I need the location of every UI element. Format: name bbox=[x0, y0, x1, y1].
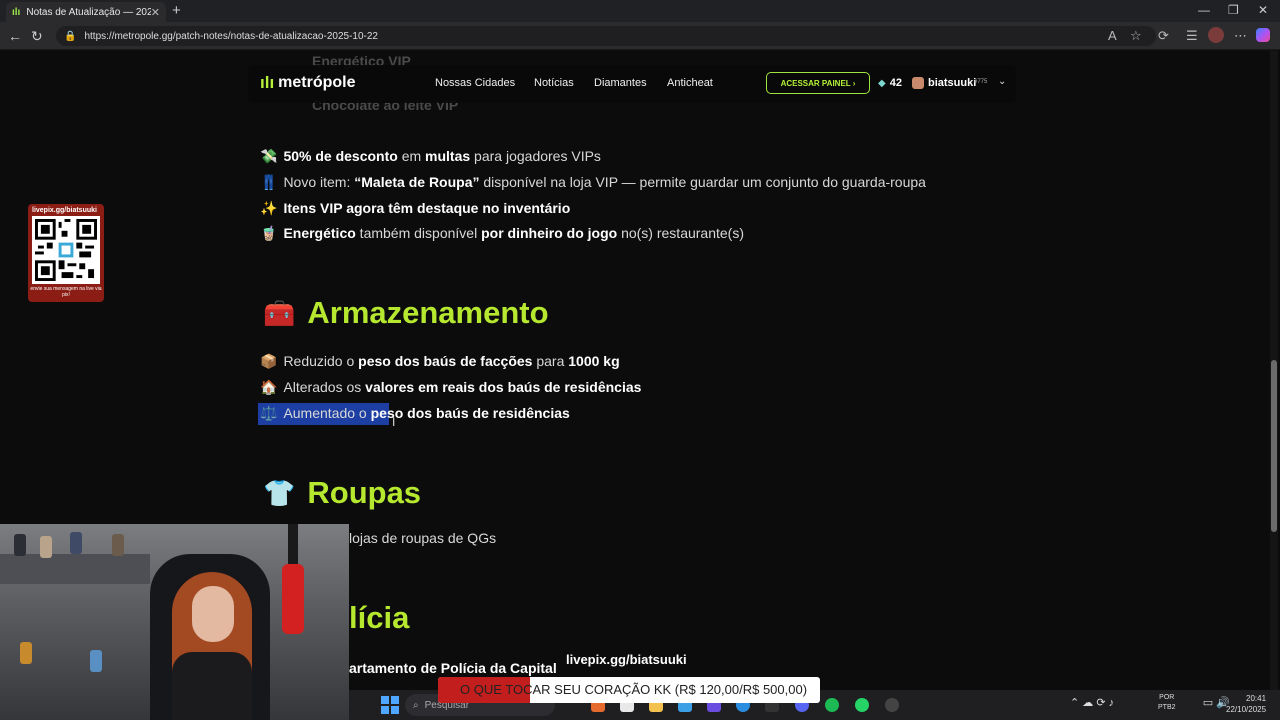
donation-goal-text: O QUE TOCAR SEU CORAÇÃO KK (R$ 120,00/R$… bbox=[460, 682, 808, 697]
qr-caption: envie sua mensagem na live via pix! bbox=[30, 286, 102, 298]
webcam-overlay bbox=[0, 524, 349, 720]
username[interactable]: biatsuuki bbox=[928, 77, 976, 89]
diamond-count: 42 bbox=[889, 77, 902, 89]
diamond-icon: ◆ bbox=[878, 78, 886, 89]
shirt-icon: 👕 bbox=[263, 477, 296, 508]
taskbar-clock[interactable]: 20:41 22/10/2025 bbox=[1226, 693, 1266, 715]
package-icon: 📦 bbox=[260, 353, 278, 369]
language-indicator[interactable]: POR PTB2 bbox=[1158, 693, 1176, 713]
chevron-down-icon[interactable]: ⌄ bbox=[998, 76, 1006, 87]
url-bar[interactable]: 🔒 https://metropole.gg/patch-notes/notas… bbox=[56, 26, 1156, 46]
tab-title: Notas de Atualização — 2025.10. bbox=[26, 6, 151, 18]
obs-icon[interactable] bbox=[885, 698, 899, 712]
list-item: 👖 Novo item: “Maleta de Roupa” disponível… bbox=[260, 174, 926, 190]
user-tag: #775 bbox=[974, 79, 988, 85]
windows-start-icon[interactable] bbox=[381, 696, 399, 714]
streamer-face bbox=[192, 586, 234, 642]
list-item: 🧋 Energético também disponível por dinhei… bbox=[260, 225, 745, 241]
figurine bbox=[112, 534, 124, 556]
whatsapp-icon[interactable] bbox=[855, 698, 869, 712]
address-toolbar: ← ↻ 🔒 https://metropole.gg/patch-notes/n… bbox=[0, 22, 1280, 50]
nav-link-noticias[interactable]: Notícias bbox=[534, 77, 574, 89]
copilot-icon[interactable] bbox=[1256, 28, 1270, 42]
more-menu-icon[interactable]: ⋯ bbox=[1234, 28, 1247, 44]
extensions-icon[interactable]: ⟳ bbox=[1158, 28, 1169, 44]
mic-arm bbox=[288, 524, 298, 564]
refresh-icon[interactable]: ↻ bbox=[31, 28, 43, 45]
drink-icon: 🧋 bbox=[260, 225, 278, 241]
section-heading-clothes: 👕 Roupas bbox=[263, 475, 421, 511]
read-aloud-icon[interactable]: A bbox=[1108, 28, 1117, 43]
url-text: https://metropole.gg/patch-notes/notas-d… bbox=[84, 30, 378, 42]
browser-tab[interactable]: ılı Notas de Atualização — 2025.10. ✕ bbox=[6, 2, 166, 22]
nav-link-diamantes[interactable]: Diamantes bbox=[594, 77, 647, 89]
user-avatar[interactable] bbox=[912, 77, 924, 89]
browser-tab-bar: ılı Notas de Atualização — 2025.10. ✕ + … bbox=[0, 0, 1280, 22]
minimize-button[interactable]: — bbox=[1198, 3, 1210, 17]
money-icon: 💸 bbox=[260, 148, 278, 164]
qr-url: livepix.gg/biatsuuki bbox=[32, 207, 97, 214]
figurine bbox=[14, 534, 26, 556]
favorite-star-icon[interactable]: ☆ bbox=[1130, 28, 1142, 44]
system-tray-icons[interactable]: ⌃ ☁ ⟳ ♪ ▭ 🔊 bbox=[1070, 696, 1230, 709]
text-cursor-icon: I bbox=[392, 415, 396, 429]
clothing-icon: 👖 bbox=[260, 174, 278, 190]
figurine bbox=[90, 650, 102, 672]
list-item: 💸 50% de desconto em multas para jogadore… bbox=[260, 148, 601, 164]
diamond-balance: ◆ 42 bbox=[878, 77, 902, 89]
house-icon: 🏠 bbox=[260, 379, 278, 395]
nav-link-anticheat[interactable]: Anticheat bbox=[667, 77, 713, 89]
qr-code bbox=[32, 216, 100, 284]
shelf bbox=[0, 554, 150, 584]
section-title: Roupas bbox=[307, 475, 422, 510]
profile-avatar[interactable] bbox=[1208, 27, 1224, 43]
site-navbar: ılı metrópole Nossas Cidades Notícias Di… bbox=[248, 65, 1016, 103]
list-item: 🏠 Alterados os valores em reais dos baús … bbox=[260, 379, 642, 395]
site-logo[interactable]: ılı metrópole bbox=[260, 73, 356, 93]
new-tab-button[interactable]: + bbox=[172, 2, 181, 19]
donation-url: livepix.gg/biatsuuki bbox=[566, 652, 687, 667]
scales-icon: ⚖️ bbox=[260, 405, 278, 421]
close-tab-icon[interactable]: ✕ bbox=[151, 6, 160, 19]
spotify-icon[interactable] bbox=[825, 698, 839, 712]
close-window-button[interactable]: ✕ bbox=[1258, 3, 1268, 17]
figurine bbox=[70, 532, 82, 554]
nav-link-cidades[interactable]: Nossas Cidades bbox=[435, 77, 515, 89]
section-heading-storage: 🧰 Armazenamento bbox=[263, 295, 549, 331]
list-item-partial: lojas de roupas de QGs bbox=[349, 530, 497, 546]
toolbox-icon: 🧰 bbox=[263, 297, 296, 328]
scrollbar-thumb[interactable] bbox=[1271, 360, 1277, 532]
search-icon: ⌕ bbox=[413, 699, 419, 711]
list-item: 📦 Reduzido o peso dos baús de facções par… bbox=[260, 353, 620, 369]
lock-icon: 🔒 bbox=[64, 30, 77, 42]
list-item: ✨ Itens VIP agora têm destaque no inventá… bbox=[260, 200, 571, 216]
figurine bbox=[40, 536, 52, 558]
site-favicon-icon: ılı bbox=[12, 6, 21, 18]
sparkles-icon: ✨ bbox=[260, 200, 278, 216]
microphone-icon bbox=[282, 564, 304, 634]
logo-mark-icon: ılı bbox=[260, 73, 275, 92]
streamer-body bbox=[172, 652, 252, 720]
collections-icon[interactable]: ☰ bbox=[1186, 28, 1198, 44]
figurine bbox=[20, 642, 32, 664]
list-item: ⚖️ Aumentado o peso dos baús de residênci… bbox=[260, 405, 570, 421]
list-item-partial: artamento de Polícia da Capital bbox=[349, 660, 557, 676]
access-panel-button[interactable]: ACESSAR PAINEL › bbox=[766, 72, 870, 94]
logo-text: metrópole bbox=[278, 74, 356, 91]
maximize-button[interactable]: ❐ bbox=[1228, 3, 1239, 17]
section-heading-police-partial: lícia bbox=[349, 600, 410, 635]
back-arrow-icon[interactable]: ← bbox=[8, 28, 22, 44]
section-title: Armazenamento bbox=[307, 295, 549, 330]
